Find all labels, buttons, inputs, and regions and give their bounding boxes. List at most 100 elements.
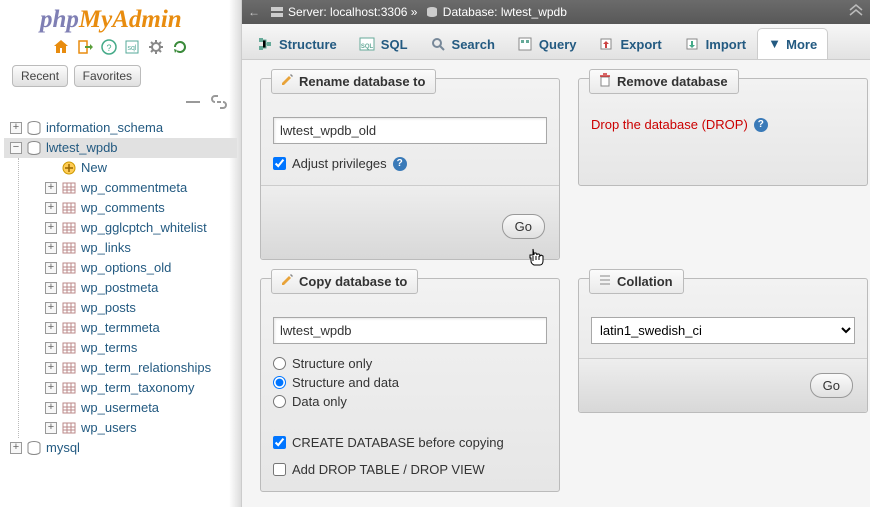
database-icon <box>425 5 439 19</box>
tree-item-table[interactable]: +wp_term_taxonomy <box>39 378 237 398</box>
reload-icon[interactable] <box>172 39 188 55</box>
tab-query[interactable]: Query <box>506 28 588 59</box>
panel-copy: Copy database to Structure only Structur… <box>260 278 560 492</box>
expand-icon[interactable]: + <box>45 222 57 234</box>
nav-left-icon[interactable]: ← <box>248 5 260 19</box>
settings-icon[interactable] <box>148 39 164 55</box>
sql-icon[interactable]: sql <box>124 39 140 55</box>
expand-icon[interactable]: + <box>45 202 57 214</box>
panel-title: Rename database to <box>299 74 425 89</box>
tab-more[interactable]: ▼More <box>757 28 828 59</box>
svg-text:sql: sql <box>128 45 137 52</box>
tree-item-table[interactable]: +wp_users <box>39 418 237 438</box>
go-button[interactable]: Go <box>810 373 853 398</box>
expand-icon[interactable]: + <box>45 422 57 434</box>
expand-icon[interactable]: + <box>45 302 57 314</box>
table-icon <box>61 240 77 256</box>
structure-icon <box>257 36 273 52</box>
tree-item-table[interactable]: + wp_gglcptch_whitelist <box>39 218 237 238</box>
tab-structure[interactable]: Structure <box>246 28 348 59</box>
create-db-checkbox[interactable] <box>273 436 286 449</box>
expand-icon[interactable]: + <box>10 442 22 454</box>
tree-item-new[interactable]: New <box>39 158 237 178</box>
tree-item-table[interactable]: + wp_termmeta <box>39 318 237 338</box>
link-icon[interactable] <box>211 95 227 109</box>
drop-database-link[interactable]: Drop the database (DROP) ? <box>591 117 855 132</box>
expand-icon[interactable]: + <box>45 242 57 254</box>
collation-select[interactable]: latin1_swedish_ci <box>591 317 855 344</box>
tab-import[interactable]: Import <box>673 28 757 59</box>
tab-export[interactable]: Export <box>587 28 672 59</box>
tree-item-information-schema[interactable]: + information_schema <box>4 118 237 138</box>
tab-search[interactable]: Search <box>419 28 506 59</box>
tree-label: wp_gglcptch_whitelist <box>81 220 207 235</box>
collapse-icon[interactable]: − <box>10 142 22 154</box>
svg-text:?: ? <box>106 43 111 53</box>
panel-collation: Collation latin1_swedish_ci Go <box>578 278 868 413</box>
expand-icon[interactable]: + <box>45 182 57 194</box>
tree-item-table[interactable]: +wp_terms <box>39 338 237 358</box>
exit-icon[interactable] <box>77 39 93 55</box>
help-icon[interactable]: ? <box>393 157 407 171</box>
expand-icon[interactable]: + <box>45 362 57 374</box>
table-icon <box>61 320 77 336</box>
expand-icon[interactable]: + <box>45 342 57 354</box>
tree-item-lwtest-wpdb[interactable]: − lwtest_wpdb <box>4 138 237 158</box>
table-icon <box>61 260 77 276</box>
adjust-privileges-checkbox[interactable] <box>273 157 286 170</box>
collapse-all-icon[interactable] <box>185 95 201 109</box>
collation-icon <box>598 273 612 290</box>
table-icon <box>61 280 77 296</box>
tab-favorites[interactable]: Favorites <box>74 65 141 87</box>
main: ← Server: localhost:3306 » Database: lwt… <box>242 0 870 507</box>
breadcrumb-server[interactable]: localhost:3306 <box>330 5 407 19</box>
rename-input[interactable] <box>273 117 547 144</box>
panel-rename: Rename database to Adjust privileges ? G… <box>260 78 560 260</box>
tree-item-table[interactable]: +wp_links <box>39 238 237 258</box>
expand-icon[interactable]: + <box>45 322 57 334</box>
expand-icon[interactable]: + <box>45 262 57 274</box>
export-icon <box>598 36 614 52</box>
go-button[interactable]: Go <box>502 214 545 239</box>
tree-item-table[interactable]: +wp_posts <box>39 298 237 318</box>
tab-recent[interactable]: Recent <box>12 65 68 87</box>
table-icon <box>61 220 77 236</box>
logo[interactable]: phpMyAdmin <box>0 0 241 36</box>
spacer <box>45 162 57 174</box>
expand-icon[interactable]: + <box>45 402 57 414</box>
tree-label: New <box>81 160 107 175</box>
panel-header-rename: Rename database to <box>271 69 436 94</box>
breadcrumb-db[interactable]: lwtest_wpdb <box>501 5 567 19</box>
table-icon <box>61 400 77 416</box>
logo-php: php <box>40 6 79 34</box>
collapse-up-icon[interactable] <box>848 3 864 22</box>
database-icon <box>26 120 42 136</box>
breadcrumb-db-label: Database: <box>443 5 498 19</box>
tab-label: Search <box>452 37 495 52</box>
docs-icon[interactable]: ? <box>101 39 117 55</box>
edit-icon <box>280 73 294 90</box>
tree-item-table[interactable]: +wp_term_relationships <box>39 358 237 378</box>
expand-icon[interactable]: + <box>45 382 57 394</box>
home-icon[interactable] <box>53 39 69 55</box>
radio-data-only[interactable] <box>273 395 286 408</box>
expand-icon[interactable]: + <box>45 282 57 294</box>
tree-item-table[interactable]: +wp_options_old <box>39 258 237 278</box>
add-drop-checkbox[interactable] <box>273 463 286 476</box>
tree-label: wp_termmeta <box>81 320 160 335</box>
tree-item-table[interactable]: +wp_comments <box>39 198 237 218</box>
panel-header-remove: Remove database <box>589 69 739 94</box>
tab-label: Export <box>620 37 661 52</box>
tab-sql[interactable]: SQLSQL <box>348 28 419 59</box>
radio-structure-only[interactable] <box>273 357 286 370</box>
copy-input[interactable] <box>273 317 547 344</box>
expand-icon[interactable]: + <box>10 122 22 134</box>
database-icon <box>26 440 42 456</box>
radio-structure-data[interactable] <box>273 376 286 389</box>
tree-item-table[interactable]: +wp_postmeta <box>39 278 237 298</box>
checkbox-label: CREATE DATABASE before copying <box>292 435 504 450</box>
tree-item-table[interactable]: +wp_commentmeta <box>39 178 237 198</box>
tree-item-table[interactable]: +wp_usermeta <box>39 398 237 418</box>
tree-item-mysql[interactable]: + mysql <box>4 438 237 458</box>
help-icon[interactable]: ? <box>754 118 768 132</box>
